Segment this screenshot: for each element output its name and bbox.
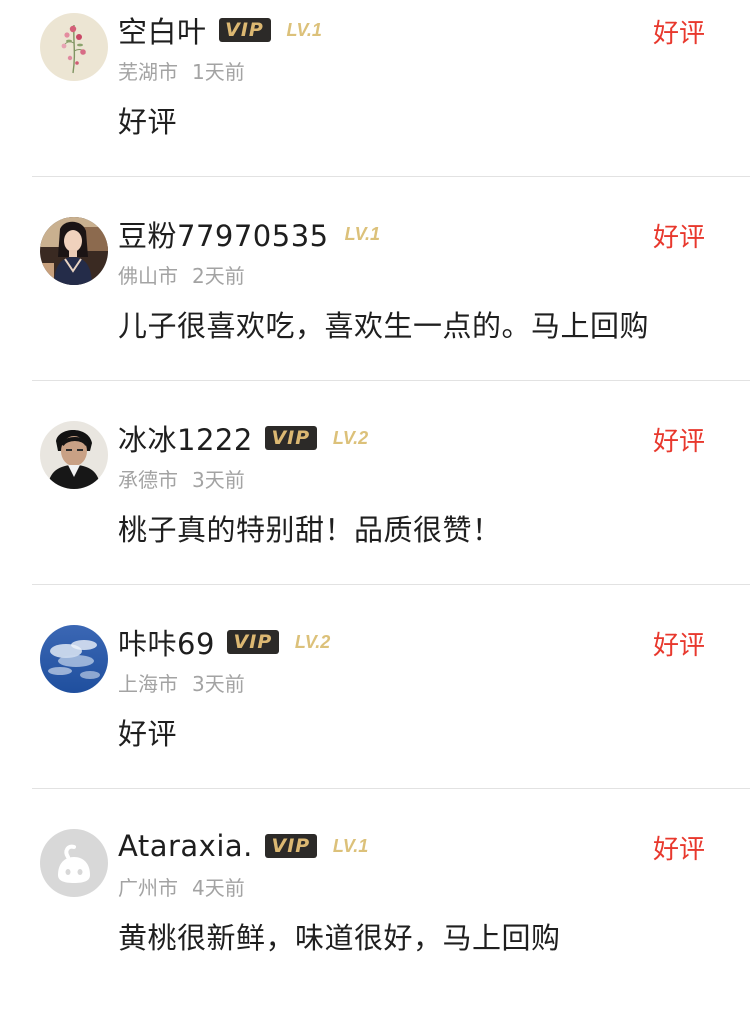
username[interactable]: 冰冰1222 (118, 417, 253, 459)
man-portrait-avatar-icon[interactable] (40, 421, 108, 489)
review-meta: 佛山市 2天前 (118, 260, 245, 288)
review-item: 空白叶 VIP LV.1 芜湖市 1天前 好评 好评 (0, 0, 750, 204)
woman-portrait-avatar-icon[interactable] (40, 217, 108, 285)
level-badge: LV.2 (294, 631, 331, 652)
username[interactable]: 咔咔69 (118, 621, 215, 663)
user-info-row: 豆粉77970535 LV.1 (118, 214, 380, 254)
timestamp: 3天前 (192, 467, 245, 492)
timestamp: 4天前 (192, 875, 245, 900)
rating-label: 好评 (652, 835, 705, 865)
city: 上海市 (118, 671, 178, 696)
divider (32, 176, 750, 177)
review-comment: 好评 (118, 105, 178, 139)
divider (32, 788, 750, 789)
vip-badge: VIP (218, 18, 271, 42)
review-item: 冰冰1222 VIP LV.2 承德市 3天前 好评 桃子真的特别甜！品质很赞！ (0, 408, 750, 612)
city: 广州市 (118, 875, 178, 900)
city: 芜湖市 (118, 59, 178, 84)
review-meta: 承德市 3天前 (118, 464, 245, 492)
level-badge: LV.1 (344, 223, 380, 244)
rating-label: 好评 (652, 19, 705, 49)
flower-avatar-icon[interactable] (40, 13, 108, 81)
review-item: 咔咔69 VIP LV.2 上海市 3天前 好评 好评 (0, 612, 750, 816)
user-info-row: 咔咔69 VIP LV.2 (118, 622, 330, 662)
username[interactable]: 空白叶 (118, 9, 207, 51)
user-info-row: 冰冰1222 VIP LV.2 (118, 418, 368, 458)
review-meta: 芜湖市 1天前 (118, 56, 245, 84)
timestamp: 3天前 (192, 671, 245, 696)
timestamp: 1天前 (192, 59, 245, 84)
city: 承德市 (118, 467, 178, 492)
review-item: Ataraxia. VIP LV.1 广州市 4天前 好评 黄桃很新鲜，味道很好… (0, 816, 750, 1020)
review-comment: 儿子很喜欢吃，喜欢生一点的。马上回购 (118, 309, 650, 343)
divider (32, 380, 750, 381)
city: 佛山市 (118, 263, 178, 288)
level-badge: LV.1 (332, 835, 369, 856)
user-info-row: 空白叶 VIP LV.1 (118, 10, 322, 50)
vip-badge: VIP (264, 426, 317, 450)
username[interactable]: 豆粉77970535 (118, 213, 329, 255)
vip-badge: VIP (226, 630, 279, 654)
review-meta: 广州市 4天前 (118, 872, 245, 900)
default-avatar-icon[interactable] (40, 829, 108, 897)
level-badge: LV.2 (332, 427, 369, 448)
review-meta: 上海市 3天前 (118, 668, 245, 696)
rating-label: 好评 (652, 427, 705, 457)
review-comment: 桃子真的特别甜！品质很赞！ (118, 513, 502, 547)
user-info-row: Ataraxia. VIP LV.1 (118, 826, 368, 866)
review-comment: 黄桃很新鲜，味道很好，马上回购 (118, 921, 561, 955)
sky-avatar-icon[interactable] (40, 625, 108, 693)
divider (32, 584, 750, 585)
timestamp: 2天前 (192, 263, 245, 288)
review-list: 空白叶 VIP LV.1 芜湖市 1天前 好评 好评 豆粉77970535 LV… (0, 0, 750, 970)
vip-badge: VIP (264, 834, 317, 858)
rating-label: 好评 (652, 223, 705, 253)
rating-label: 好评 (652, 631, 705, 661)
review-comment: 好评 (118, 717, 178, 751)
username[interactable]: Ataraxia. (118, 829, 253, 863)
review-item: 豆粉77970535 LV.1 佛山市 2天前 好评 儿子很喜欢吃，喜欢生一点的… (0, 204, 750, 408)
level-badge: LV.1 (286, 19, 322, 40)
